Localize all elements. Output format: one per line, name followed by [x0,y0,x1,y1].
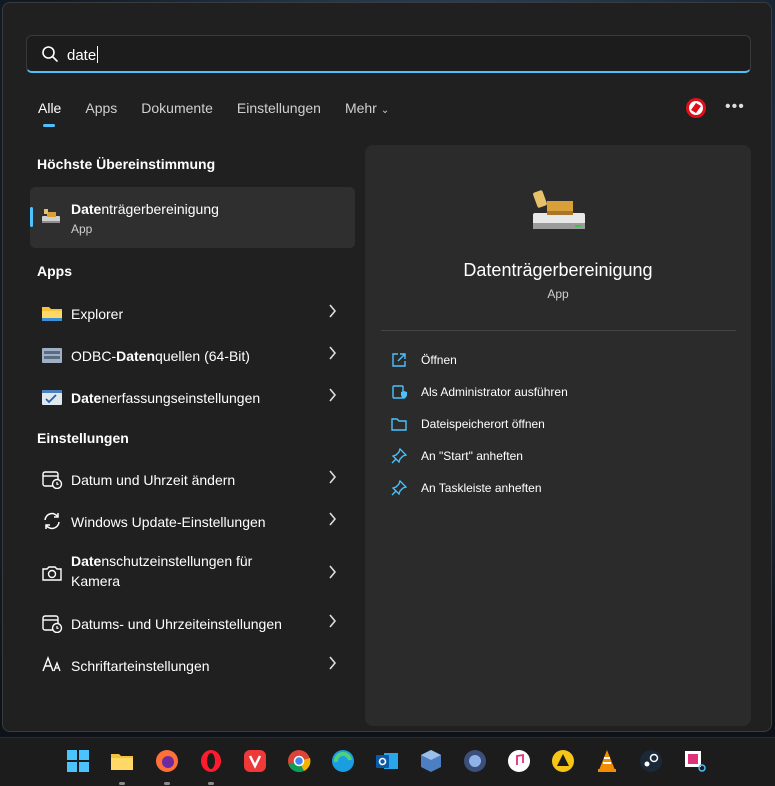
open-icon [392,353,406,367]
list-item-label: ODBC-Datenquellen (64-Bit) [71,348,250,364]
best-match-subtitle: App [71,222,93,236]
snipping-tool-icon[interactable] [682,748,708,774]
pin-icon [391,480,407,496]
list-item-windows-update[interactable]: Windows Update-Einstellungen [30,500,355,540]
chevron-right-icon [329,470,337,484]
refresh-icon [44,512,60,530]
search-query: date [67,46,99,64]
best-match-item[interactable]: Datenträgerbereinigung App [30,187,355,248]
calendar-clock-icon [42,471,63,489]
database-icon [42,348,62,363]
section-best-match: Höchste Übereinstimmung [37,156,216,172]
app-circle-icon[interactable] [462,748,488,774]
chevron-right-icon [329,614,337,628]
folder-icon [391,418,407,431]
list-item-label: Datum und Uhrzeit ändern [71,472,236,488]
chrome-icon[interactable] [286,748,312,774]
windows-start-icon[interactable] [65,748,91,774]
list-item-datums-uhrzeit-einstellungen[interactable]: Datums- und Uhrzeiteinstellungen [30,602,355,642]
chevron-down-icon: ⌄ [380,105,390,116]
pin-icon [391,448,407,464]
action-label: An Taskleiste anheften [421,481,542,495]
section-settings: Einstellungen [37,430,129,446]
detail-subtitle: App [547,287,569,301]
list-item-datenschutz-kamera[interactable]: Datenschutzeinstellungen für Kamera [30,551,355,595]
chevron-right-icon [329,656,337,670]
chevron-right-icon [329,565,337,579]
profile-avatar[interactable] [685,97,707,119]
tab-mehr-label: Mehr [344,100,377,116]
data-collection-icon [42,390,62,405]
action-label: Als Administrator ausführen [421,385,568,399]
action-label: Öffnen [421,353,457,367]
best-match-title: Datenträgerbereinigung [71,201,219,217]
detail-title: Datenträgerbereinigung [463,260,653,280]
action-open-location[interactable]: Dateispeicherort öffnen [391,414,721,436]
list-item-label: Datenerfassungseinstellungen [71,390,261,406]
font-icon [42,656,61,672]
list-item-explorer[interactable]: Explorer [30,292,355,332]
detail-pane: Datenträgerbereinigung App Öffnen Als Ad… [365,145,751,726]
action-open[interactable]: Öffnen [391,350,721,372]
firefox-icon[interactable] [154,748,180,774]
tab-alle[interactable]: Alle [38,100,61,127]
warning-app-icon[interactable] [550,748,576,774]
outlook-icon[interactable] [374,748,400,774]
chevron-right-icon [329,388,337,402]
filter-tabs: Alle Apps Dokumente Einstellungen Mehr ⌄ [38,100,413,127]
action-label: An "Start" anheften [421,449,523,463]
text-caret [97,46,99,63]
itunes-icon[interactable] [506,748,532,774]
search-icon [42,46,58,62]
taskbar [0,737,775,786]
list-item-label: Windows Update-Einstellungen [71,514,266,530]
action-pin-taskbar[interactable]: An Taskleiste anheften [391,478,721,500]
list-item-label: Datums- und Uhrzeiteinstellungen [71,616,282,632]
list-item-label: Datenschutzeinstellungen für Kamera [71,553,253,589]
vivaldi-icon[interactable] [242,748,268,774]
action-run-as-admin[interactable]: Als Administrator ausführen [391,382,721,404]
selection-indicator [30,207,33,227]
tab-mehr[interactable]: Mehr ⌄ [345,100,389,124]
virtualbox-icon[interactable] [418,748,444,774]
tab-einstellungen[interactable]: Einstellungen [237,100,321,124]
chevron-right-icon [329,304,337,318]
list-item-datum-uhrzeit[interactable]: Datum und Uhrzeit ändern [30,458,355,498]
file-explorer-icon[interactable] [109,748,135,774]
tab-apps[interactable]: Apps [85,100,117,124]
list-item-datenerfassung[interactable]: Datenerfassungseinstellungen [30,376,355,416]
divider [381,330,736,331]
list-item-label: Explorer [71,306,124,322]
edge-icon[interactable] [330,748,356,774]
section-apps: Apps [37,263,72,279]
calendar-clock-icon [42,615,63,633]
list-item-odbc[interactable]: ODBC-Datenquellen (64-Bit) [30,334,355,374]
camera-icon [42,566,62,581]
chevron-right-icon [329,512,337,526]
steam-icon[interactable] [638,748,664,774]
admin-shield-icon [392,385,407,399]
disk-cleanup-icon [42,209,60,223]
list-item-schriftart[interactable]: Schriftarteinstellungen [30,644,355,684]
folder-icon [42,307,62,321]
disk-cleanup-icon [533,190,585,229]
opera-icon[interactable] [198,748,224,774]
search-input[interactable]: date [26,35,751,73]
action-pin-start[interactable]: An "Start" anheften [391,446,721,468]
tab-dokumente[interactable]: Dokumente [141,100,213,124]
vlc-icon[interactable] [594,748,620,774]
list-item-label: Schriftarteinstellungen [71,658,210,674]
action-label: Dateispeicherort öffnen [421,417,545,431]
start-search-panel: date Alle Apps Dokumente Einstellungen M… [2,2,772,732]
chevron-right-icon [329,346,337,360]
more-options-icon[interactable]: ••• [725,98,745,116]
